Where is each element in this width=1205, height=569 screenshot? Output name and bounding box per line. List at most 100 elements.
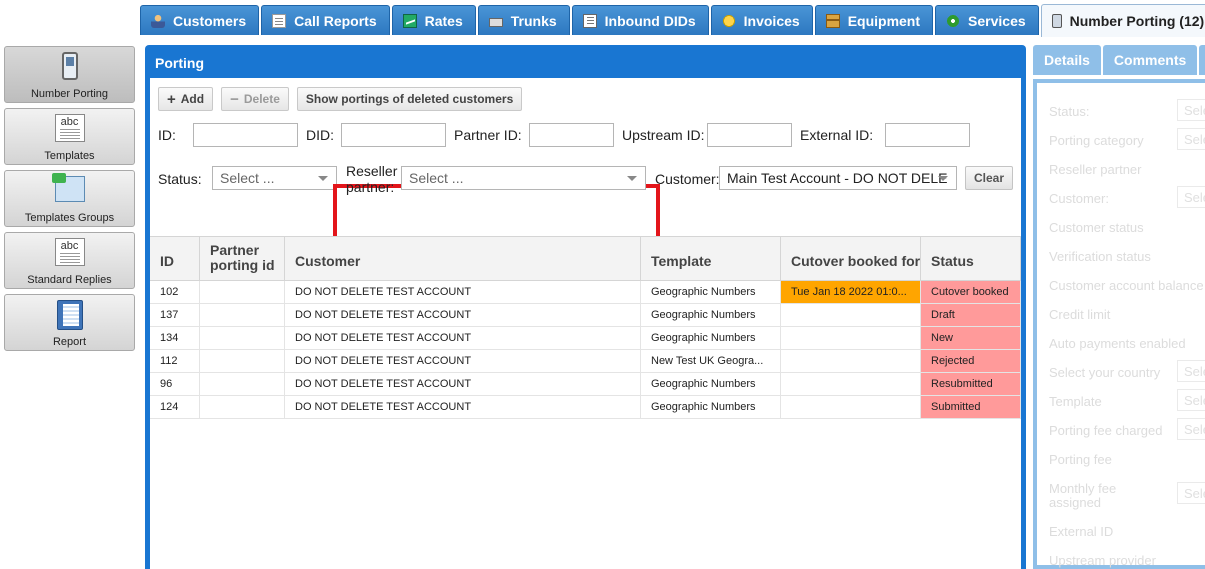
cell-template: Geographic Numbers xyxy=(641,327,781,349)
detail-label: Porting fee charged xyxy=(1049,423,1163,438)
column-header-id[interactable]: ID xyxy=(150,237,200,280)
detail-select[interactable]: Sele xyxy=(1177,418,1205,440)
plus-icon: + xyxy=(167,90,176,108)
cell-partner-porting-id xyxy=(200,304,285,326)
notebook-icon xyxy=(56,300,83,330)
tab-invoices[interactable]: Invoices xyxy=(710,5,813,35)
sidebar-item-standard-replies[interactable]: abc Standard Replies xyxy=(4,232,135,289)
tab-overflow[interactable] xyxy=(1199,45,1205,75)
cell-id: 112 xyxy=(150,350,200,372)
person-icon xyxy=(151,13,165,28)
sidebar-item-templates[interactable]: abc Templates xyxy=(4,108,135,165)
tab-equipment[interactable]: Equipment xyxy=(814,5,934,35)
table-row[interactable]: 134 DO NOT DELETE TEST ACCOUNT Geographi… xyxy=(150,327,1021,350)
detail-label: Customer: xyxy=(1049,191,1109,206)
tab-inbound-dids[interactable]: Inbound DIDs xyxy=(571,5,709,35)
tab-details[interactable]: Details xyxy=(1033,45,1101,75)
status-select[interactable]: Select ... xyxy=(212,166,337,190)
show-deleted-label: Show portings of deleted customers xyxy=(305,92,514,106)
table-row[interactable]: 112 DO NOT DELETE TEST ACCOUNT New Test … xyxy=(150,350,1021,373)
detail-select[interactable]: Sele xyxy=(1177,99,1205,121)
show-deleted-button[interactable]: Show portings of deleted customers xyxy=(296,87,523,111)
column-header-customer[interactable]: Customer xyxy=(285,237,641,280)
reseller-select-value: Select ... xyxy=(409,170,464,186)
envelope-icon xyxy=(51,173,85,202)
upstream-id-input[interactable] xyxy=(707,123,792,147)
detail-label: Upstream provider xyxy=(1049,553,1156,568)
reseller-label-line2: partner: xyxy=(346,179,395,195)
cell-partner-porting-id xyxy=(200,327,285,349)
tab-number-porting[interactable]: Number Porting (12) xyxy=(1040,4,1205,37)
cell-customer: DO NOT DELETE TEST ACCOUNT xyxy=(285,373,641,395)
sidebar-item-report[interactable]: Report xyxy=(4,294,135,351)
add-button[interactable]: + Add xyxy=(158,87,214,111)
detail-label: assigned xyxy=(1049,495,1102,510)
cell-partner-porting-id xyxy=(200,396,285,418)
services-icon xyxy=(946,13,961,28)
tab-services[interactable]: Services xyxy=(935,5,1039,35)
detail-select[interactable]: Sele xyxy=(1177,128,1205,150)
tab-label: Services xyxy=(968,12,1026,29)
tab-label: Rates xyxy=(424,12,463,29)
chevron-down-icon xyxy=(627,176,637,181)
tab-rates[interactable]: Rates xyxy=(391,5,476,35)
detail-select[interactable]: Sele xyxy=(1177,482,1205,504)
cell-id: 137 xyxy=(150,304,200,326)
inbound-dids-icon xyxy=(582,13,597,28)
column-header-partner-porting-id[interactable]: Partner porting id xyxy=(200,237,285,280)
cell-template: New Test UK Geogra... xyxy=(641,350,781,372)
external-id-input[interactable] xyxy=(885,123,970,147)
detail-label: Porting category xyxy=(1049,133,1144,148)
table-row[interactable]: 102 DO NOT DELETE TEST ACCOUNT Geographi… xyxy=(150,281,1021,304)
sidebar-item-templates-groups[interactable]: Templates Groups xyxy=(4,170,135,227)
cell-id: 134 xyxy=(150,327,200,349)
tab-call-reports[interactable]: Call Reports xyxy=(261,5,390,35)
phone-icon xyxy=(1051,14,1062,28)
external-id-label: External ID: xyxy=(800,127,874,143)
rates-icon xyxy=(402,13,417,28)
column-header-template[interactable]: Template xyxy=(641,237,781,280)
cell-customer: DO NOT DELETE TEST ACCOUNT xyxy=(285,304,641,326)
detail-select[interactable]: Sele xyxy=(1177,186,1205,208)
tab-label: Number Porting (12) xyxy=(1069,13,1205,29)
porting-panel: Porting + Add − Delete Show portings of … xyxy=(145,45,1026,569)
sidebar: Number Porting abc Templates Templates G… xyxy=(4,46,135,356)
detail-label: Customer account balance xyxy=(1049,278,1204,293)
table-row[interactable]: 137 DO NOT DELETE TEST ACCOUNT Geographi… xyxy=(150,304,1021,327)
sidebar-item-number-porting[interactable]: Number Porting xyxy=(4,46,135,103)
top-navigation: Customers Call Reports Rates Trunks Inbo… xyxy=(0,0,1205,37)
tab-trunks[interactable]: Trunks xyxy=(477,5,570,35)
tab-comments[interactable]: Comments xyxy=(1102,45,1198,75)
did-input[interactable] xyxy=(341,123,446,147)
tab-customers[interactable]: Customers xyxy=(140,5,260,35)
clear-button-label: Clear xyxy=(974,171,1005,185)
abc-document-icon: abc xyxy=(54,238,85,266)
cell-template: Geographic Numbers xyxy=(641,304,781,326)
cell-status: Submitted xyxy=(921,396,1021,418)
cell-customer: DO NOT DELETE TEST ACCOUNT xyxy=(285,327,641,349)
call-report-icon xyxy=(272,13,287,28)
id-input[interactable] xyxy=(193,123,298,147)
cell-cutover xyxy=(781,304,921,326)
sidebar-item-label: Templates xyxy=(44,150,95,162)
detail-select[interactable]: Sele xyxy=(1177,360,1205,382)
tab-label: Inbound DIDs xyxy=(604,12,696,29)
sidebar-item-label: Standard Replies xyxy=(27,274,112,286)
table-row[interactable]: 96 DO NOT DELETE TEST ACCOUNT Geographic… xyxy=(150,373,1021,396)
delete-button[interactable]: − Delete xyxy=(221,87,289,111)
clear-button[interactable]: Clear xyxy=(965,166,1014,190)
reseller-partner-select[interactable]: Select ... xyxy=(401,166,646,190)
column-header-status[interactable]: Status xyxy=(921,237,1021,280)
cell-status: Resubmitted xyxy=(921,373,1021,395)
customer-select[interactable]: Main Test Account - DO NOT DELE xyxy=(719,166,957,190)
tab-label: Call Reports xyxy=(294,12,377,29)
tab-label: Customers xyxy=(173,12,247,29)
cell-template: Geographic Numbers xyxy=(641,396,781,418)
partner-id-input[interactable] xyxy=(529,123,614,147)
detail-select[interactable]: Sele xyxy=(1177,389,1205,411)
detail-label: Porting fee xyxy=(1049,452,1112,467)
customer-select-value: Main Test Account - DO NOT DELE xyxy=(727,170,948,186)
column-header-cutover[interactable]: Cutover booked for.. xyxy=(781,237,921,280)
table-row[interactable]: 124 DO NOT DELETE TEST ACCOUNT Geographi… xyxy=(150,396,1021,419)
cell-template: Geographic Numbers xyxy=(641,281,781,303)
